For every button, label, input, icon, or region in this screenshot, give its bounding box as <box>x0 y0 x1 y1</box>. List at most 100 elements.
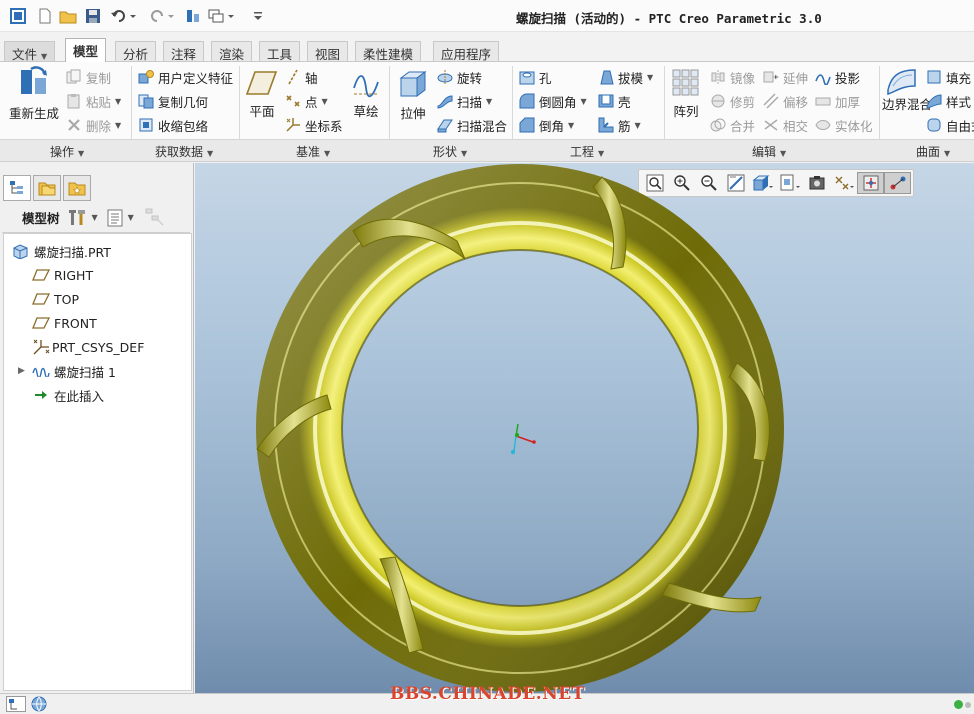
tree-node-helical-sweep[interactable]: ▶ 螺旋扫描 1 <box>18 360 116 382</box>
user-defined-feature-button[interactable]: 用户定义特征 <box>138 66 233 88</box>
window-title: 螺旋扫描 (活动的) - PTC Creo Parametric 3.0 <box>516 11 822 26</box>
sweep-button[interactable]: 扫描 ▼ <box>437 90 492 112</box>
tab-flexible-modeling-label: 柔性建模 <box>363 47 414 62</box>
udf-label: 用户定义特征 <box>158 70 234 86</box>
tab-tools[interactable]: 工具 <box>259 41 301 62</box>
fill-label: 填充 <box>946 70 972 86</box>
solidify-label: 实体化 <box>835 118 873 134</box>
tree-node-front[interactable]: FRONT <box>32 312 97 334</box>
trim-button[interactable]: 修剪 <box>710 90 755 112</box>
swept-blend-button[interactable]: 扫描混合 <box>437 114 507 136</box>
boundary-blend-button[interactable]: 边界混合 <box>882 66 932 111</box>
copy-icon <box>66 69 83 85</box>
redo-icon[interactable] <box>146 6 176 26</box>
draft-button[interactable]: 拔模 ▼ <box>598 66 653 88</box>
tab-view[interactable]: 视图 <box>307 41 349 62</box>
shrinkwrap-button[interactable]: 收缩包络 <box>138 114 208 136</box>
round-button[interactable]: 倒圆角 ▼ <box>519 90 587 112</box>
tree-node-top[interactable]: TOP <box>32 288 79 310</box>
merge-button[interactable]: 合并 <box>710 114 755 136</box>
mirror-button[interactable]: 镜像 <box>710 66 755 88</box>
thicken-button[interactable]: 加厚 <box>815 90 860 112</box>
sketch-button[interactable]: 草绘 <box>350 68 382 120</box>
tree-node-label: RIGHT <box>54 267 94 283</box>
paste-label: 粘贴 <box>86 94 112 110</box>
tab-folder-browser[interactable] <box>33 175 61 201</box>
tree-show-button[interactable]: ▼ <box>106 208 134 228</box>
tree-settings-button[interactable]: ▼ <box>68 208 98 228</box>
save-icon[interactable] <box>84 6 102 26</box>
model-tree: 螺旋扫描.PRT RIGHT TOP FRONT PRT_CSYS_DEF ▶ <box>3 233 192 691</box>
group-surfaces[interactable]: 曲面 ▼ <box>916 143 950 160</box>
point-button[interactable]: 点 ▼ <box>285 90 328 112</box>
tab-annotate-label: 注释 <box>171 47 197 62</box>
chamfer-label: 倒角 <box>539 118 565 134</box>
tab-model[interactable]: 模型 <box>65 38 107 62</box>
shell-button[interactable]: 壳 <box>598 90 631 112</box>
customize-icon[interactable] <box>250 6 266 26</box>
project-button[interactable]: 投影 <box>815 66 860 88</box>
new-icon[interactable] <box>36 6 54 26</box>
regenerate-big-icon <box>21 66 47 94</box>
app-icon[interactable] <box>8 6 28 26</box>
rib-button[interactable]: 筋 ▼ <box>598 114 641 136</box>
graphics-window[interactable] <box>195 163 974 693</box>
csys-button[interactable]: 坐标系 <box>285 114 343 136</box>
pattern-button[interactable]: 阵列 <box>668 68 704 120</box>
tab-analysis[interactable]: 分析 <box>115 41 157 62</box>
paste-button[interactable]: 粘贴 ▼ <box>66 90 121 112</box>
tab-favorites[interactable] <box>63 175 91 201</box>
tab-annotate[interactable]: 注释 <box>163 41 205 62</box>
open-icon[interactable] <box>58 6 78 26</box>
window-switch-icon[interactable] <box>207 6 237 26</box>
group-engineering[interactable]: 工程 ▼ <box>570 143 604 160</box>
solidify-button[interactable]: 实体化 <box>815 114 873 136</box>
offset-button[interactable]: 偏移 <box>763 90 808 112</box>
undo-icon[interactable] <box>108 6 138 26</box>
show-navigator-button[interactable] <box>6 696 26 712</box>
chevron-down-icon: ▼ <box>568 120 575 130</box>
title-bar: 螺旋扫描 (活动的) - PTC Creo Parametric 3.0 <box>0 0 974 32</box>
tab-file-label: 文件 <box>12 47 38 62</box>
group-shapes-label: 形状 <box>433 145 458 159</box>
browser-globe-icon <box>31 696 47 712</box>
style-button[interactable]: 样式 <box>926 90 971 112</box>
tab-model-label: 模型 <box>73 44 99 59</box>
group-operations[interactable]: 操作 ▼ <box>50 143 84 160</box>
extrude-button[interactable]: 拉伸 <box>394 68 432 122</box>
delete-button[interactable]: 删除 ▼ <box>66 114 121 136</box>
status-indicator-icon <box>954 700 963 709</box>
group-get-data[interactable]: 获取数据 ▼ <box>155 143 213 160</box>
tree-node-csys[interactable]: PRT_CSYS_DEF <box>32 336 144 358</box>
group-editing[interactable]: 编辑 ▼ <box>752 143 786 160</box>
extend-button[interactable]: 延伸 <box>763 66 808 88</box>
tree-filter-button[interactable] <box>144 206 166 229</box>
tab-render[interactable]: 渲染 <box>211 41 253 62</box>
tab-model-tree[interactable] <box>3 175 31 201</box>
tree-node-insert-here[interactable]: 在此插入 <box>34 384 104 406</box>
axis-button[interactable]: 轴 <box>285 66 318 88</box>
tree-node-part[interactable]: 螺旋扫描.PRT <box>12 240 111 262</box>
revolve-button[interactable]: 旋转 <box>437 66 482 88</box>
expand-arrow-icon[interactable]: ▶ <box>18 366 32 376</box>
copy-geometry-button[interactable]: 复制几何 <box>138 90 208 112</box>
fill-button[interactable]: 填充 <box>926 66 971 88</box>
intersect-button[interactable]: 相交 <box>763 114 808 136</box>
show-browser-button[interactable] <box>30 696 50 712</box>
freestyle-button[interactable]: 自由式 <box>926 114 974 136</box>
copy-button[interactable]: 复制 <box>66 66 111 88</box>
hole-icon <box>519 69 536 85</box>
plane-button[interactable]: 平面 <box>244 68 280 120</box>
tree-node-right[interactable]: RIGHT <box>32 264 93 286</box>
hole-button[interactable]: 孔 <box>519 66 552 88</box>
tab-flexible-modeling[interactable]: 柔性建模 <box>355 41 422 62</box>
group-datum[interactable]: 基准 ▼ <box>296 143 330 160</box>
regenerate-icon[interactable] <box>183 6 203 26</box>
helical-sweep-model[interactable] <box>195 163 974 693</box>
trim-label: 修剪 <box>730 94 756 110</box>
tab-applications[interactable]: 应用程序 <box>433 41 500 62</box>
tab-file[interactable]: 文件 ▼ <box>4 41 56 62</box>
regenerate-button[interactable]: 重新生成 <box>6 66 62 122</box>
group-shapes[interactable]: 形状 ▼ <box>433 143 467 160</box>
chamfer-button[interactable]: 倒角 ▼ <box>519 114 574 136</box>
